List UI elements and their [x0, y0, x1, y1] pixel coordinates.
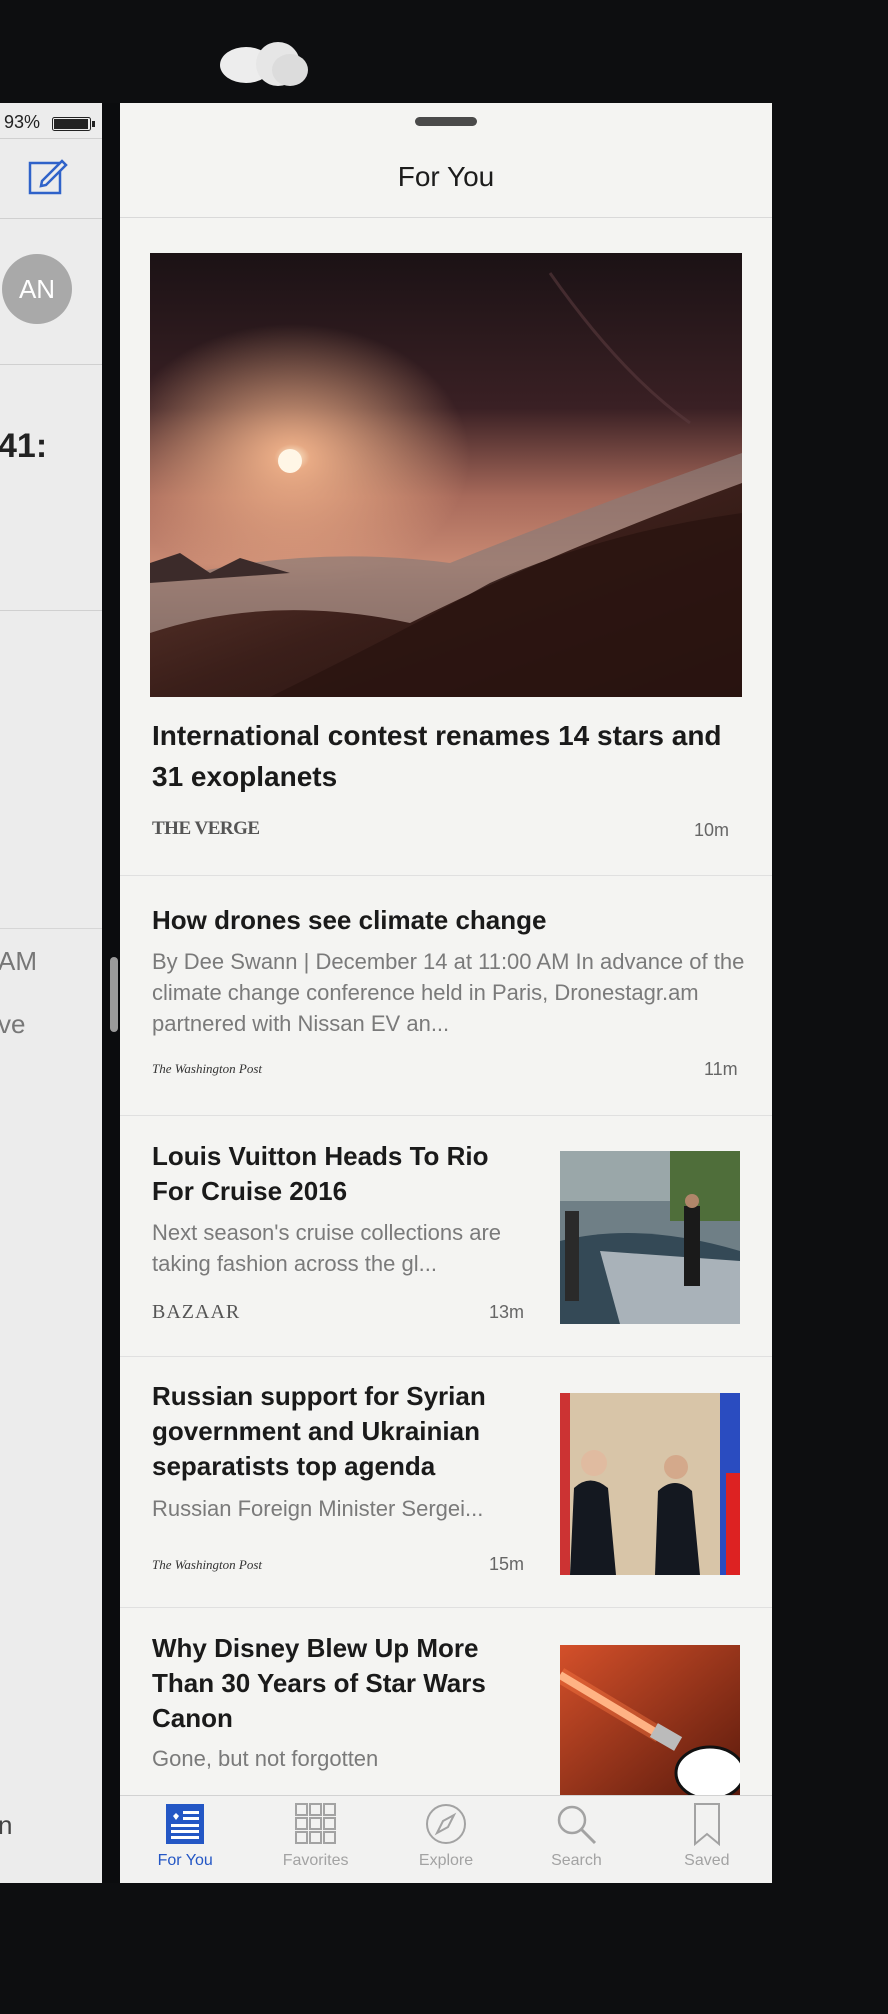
tab-label: Search: [551, 1852, 602, 1869]
mail-toolbar: [0, 139, 102, 219]
divider: [120, 1115, 772, 1116]
bookmark-icon: [693, 1803, 720, 1846]
divider: [120, 217, 772, 218]
split-left-panel: 93% AN 41: AM ve n: [0, 103, 102, 1883]
battery-icon: [52, 117, 95, 131]
text-fragment-bottom: n: [0, 1810, 13, 1840]
compose-icon[interactable]: [28, 157, 68, 197]
story-headline[interactable]: How drones see climate change: [152, 903, 742, 938]
hero-image[interactable]: [150, 253, 742, 697]
tab-label: Favorites: [282, 1852, 349, 1869]
story-time: 10m: [694, 820, 730, 840]
tab-for-you[interactable]: For You: [120, 1796, 250, 1883]
tab-label: For You: [157, 1852, 213, 1869]
status-bar: 93%: [0, 103, 102, 139]
news-grid-icon: [166, 1804, 205, 1844]
divider: [120, 1356, 772, 1357]
text-fragment: ve: [0, 1009, 26, 1039]
story-time: 13m: [489, 1302, 525, 1322]
divider: [120, 875, 772, 876]
split-view-handle[interactable]: [110, 957, 118, 1032]
compass-icon: [426, 1804, 467, 1844]
battery-percentage: 93%: [4, 112, 41, 132]
avatar: AN: [2, 254, 72, 324]
divider: [120, 1607, 772, 1608]
story-thumbnail[interactable]: [560, 1645, 740, 1795]
slide-over-grabber[interactable]: [415, 117, 477, 126]
page-title: For You: [397, 161, 495, 192]
favorites-grid-icon: [294, 1803, 336, 1844]
tab-favorites[interactable]: Favorites: [250, 1796, 380, 1883]
story-time: 11m: [704, 1059, 738, 1079]
news-panel: For You International contest renames 14…: [120, 103, 772, 1883]
tab-search[interactable]: Search: [511, 1796, 641, 1883]
story-headline[interactable]: Why Disney Blew Up More Than 30 Years of…: [152, 1631, 532, 1736]
time-fragment: 41:: [0, 427, 48, 465]
source-logo-washington-post: The Washington Post: [152, 1557, 263, 1572]
tab-saved[interactable]: Saved: [642, 1796, 772, 1883]
story-summary: Gone, but not forgotten: [152, 1746, 379, 1771]
story-summary: By Dee Swann | December 14 at 11:00 AM I…: [152, 949, 745, 1036]
source-logo-washington-post: The Washington Post: [152, 1061, 263, 1076]
story-headline[interactable]: Russian support for Syrian government an…: [152, 1379, 522, 1484]
divider: [0, 928, 102, 929]
redaction-blob: [220, 42, 308, 86]
tab-explore[interactable]: Explore: [381, 1796, 511, 1883]
source-logo-the-verge: THE VERGE: [152, 818, 260, 839]
story-thumbnail[interactable]: [560, 1151, 740, 1324]
tab-bar: For You Favorites Explore Search Saved: [120, 1795, 772, 1883]
tab-label: Saved: [684, 1852, 730, 1869]
story-time: 15m: [489, 1554, 525, 1574]
magnifier-icon: [558, 1805, 597, 1845]
story-thumbnail[interactable]: [560, 1393, 740, 1575]
message-header-row[interactable]: AN: [0, 219, 102, 365]
source-logo-bazaar: BAZAAR: [152, 1301, 241, 1323]
story-headline[interactable]: Louis Vuitton Heads To Rio For Cruise 20…: [152, 1139, 522, 1209]
tab-label: Explore: [418, 1852, 474, 1869]
story-summary: Russian Foreign Minister Sergei...: [152, 1496, 484, 1521]
message-time-row: 41:: [0, 365, 102, 611]
am-fragment: AM: [0, 946, 37, 976]
story-summary: Next season's cruise collections are tak…: [152, 1220, 502, 1276]
hero-headline[interactable]: International contest renames 14 stars a…: [152, 715, 742, 797]
